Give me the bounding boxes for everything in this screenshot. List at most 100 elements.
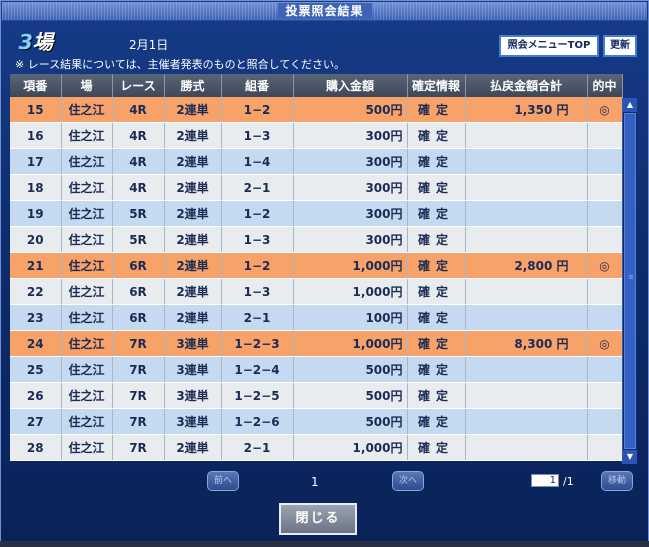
result-notice: ※ レース結果については、主催者発表のものと照合してください。 (15, 58, 345, 71)
triangle-down-icon[interactable]: ▼ (623, 450, 637, 464)
row-no: 26 (10, 382, 62, 409)
row-race: 7R (112, 408, 165, 435)
row-no: 18 (10, 174, 62, 201)
row-hit: ◎ (587, 252, 623, 279)
table-scrollbar[interactable]: ▲ ≡ ▼ (622, 98, 637, 464)
row-payout (465, 304, 588, 331)
col-header-payout: 払戻金額合計 (465, 74, 588, 97)
prev-page-button[interactable]: 前へ (207, 471, 239, 491)
venue-suffix: 場 (32, 30, 53, 54)
row-race: 6R (112, 278, 165, 305)
row-venue: 住之江 (61, 148, 113, 175)
row-status: 確定 (407, 122, 466, 149)
col-header-combo: 組番 (221, 74, 294, 97)
row-venue: 住之江 (61, 304, 113, 331)
table-row: 24 住之江 7R 3連単 1−2−3 1,000円 確定 8,300 円 ◎ (10, 330, 623, 357)
table-row: 25 住之江 7R 3連単 1−2−4 500円 確定 (10, 356, 623, 383)
row-type: 2連単 (164, 200, 222, 227)
row-payout: 8,300 円 (465, 330, 588, 357)
row-combo: 1−2 (221, 252, 294, 279)
row-amount: 1,000円 (293, 278, 408, 305)
row-combo: 1−3 (221, 122, 294, 149)
row-venue: 住之江 (61, 226, 113, 253)
row-venue: 住之江 (61, 122, 113, 149)
menu-top-button[interactable]: 照会メニューTOP (499, 35, 599, 57)
row-status: 確定 (407, 356, 466, 383)
col-header-hit: 的中 (587, 74, 623, 97)
row-venue: 住之江 (61, 97, 113, 123)
row-amount: 500円 (293, 356, 408, 383)
row-type: 3連単 (164, 330, 222, 357)
row-type: 2連単 (164, 304, 222, 331)
row-no: 22 (10, 278, 62, 305)
row-payout (465, 148, 588, 175)
row-status: 確定 (407, 252, 466, 279)
row-amount: 300円 (293, 226, 408, 253)
table-row: 23 住之江 6R 2連単 2−1 100円 確定 (10, 304, 623, 331)
row-payout (465, 200, 588, 227)
row-hit (587, 356, 623, 383)
row-no: 16 (10, 122, 62, 149)
row-race: 7R (112, 330, 165, 357)
row-no: 28 (10, 434, 62, 461)
row-venue: 住之江 (61, 382, 113, 409)
row-amount: 1,000円 (293, 434, 408, 461)
row-status: 確定 (407, 382, 466, 409)
refresh-button[interactable]: 更新 (603, 35, 637, 57)
row-combo: 2−1 (221, 174, 294, 201)
row-type: 3連単 (164, 382, 222, 409)
row-payout: 2,800 円 (465, 252, 588, 279)
row-type: 2連単 (164, 434, 222, 461)
row-no: 25 (10, 356, 62, 383)
page-number-input[interactable]: 1 (531, 474, 559, 487)
row-no: 17 (10, 148, 62, 175)
row-venue: 住之江 (61, 408, 113, 435)
row-race: 4R (112, 148, 165, 175)
row-hit (587, 408, 623, 435)
close-button[interactable]: 閉じる (279, 503, 357, 535)
col-header-amount: 購入金額 (293, 74, 408, 97)
row-race: 5R (112, 200, 165, 227)
row-hit (587, 382, 623, 409)
row-status: 確定 (407, 200, 466, 227)
row-type: 2連単 (164, 278, 222, 305)
row-status: 確定 (407, 434, 466, 461)
next-page-button[interactable]: 次へ (392, 471, 424, 491)
row-status: 確定 (407, 408, 466, 435)
row-race: 7R (112, 382, 165, 409)
row-no: 15 (10, 97, 62, 123)
row-no: 21 (10, 252, 62, 279)
row-no: 20 (10, 226, 62, 253)
results-table: 項番 場 レース 勝式 組番 購入金額 確定情報 払戻金額合計 的中 15 住之江… (10, 74, 623, 461)
results-table-wrap: 項番 場 レース 勝式 組番 購入金額 確定情報 払戻金額合計 的中 15 住之江… (10, 74, 623, 461)
table-row: 16 住之江 4R 2連単 1−3 300円 確定 (10, 122, 623, 149)
row-payout (465, 278, 588, 305)
row-status: 確定 (407, 226, 466, 253)
row-amount: 500円 (293, 408, 408, 435)
row-combo: 2−1 (221, 304, 294, 331)
triangle-up-icon[interactable]: ▲ (623, 98, 637, 112)
row-race: 7R (112, 434, 165, 461)
row-venue: 住之江 (61, 200, 113, 227)
row-hit (587, 226, 623, 253)
table-row: 20 住之江 5R 2連単 1−3 300円 確定 (10, 226, 623, 253)
row-type: 2連単 (164, 148, 222, 175)
scrollbar-thumb[interactable]: ≡ (624, 113, 636, 449)
table-row: 17 住之江 4R 2連単 1−4 300円 確定 (10, 148, 623, 175)
page-total: /1 (563, 475, 574, 488)
row-payout (465, 226, 588, 253)
table-row: 21 住之江 6R 2連単 1−2 1,000円 確定 2,800 円 ◎ (10, 252, 623, 279)
table-row: 18 住之江 4R 2連単 2−1 300円 確定 (10, 174, 623, 201)
row-status: 確定 (407, 330, 466, 357)
row-status: 確定 (407, 97, 466, 123)
go-page-button[interactable]: 移動 (601, 471, 633, 491)
race-date: 2月1日 (129, 38, 169, 52)
table-row: 27 住之江 7R 3連単 1−2−6 500円 確定 (10, 408, 623, 435)
row-venue: 住之江 (61, 330, 113, 357)
table-header-row: 項番 場 レース 勝式 組番 購入金額 確定情報 払戻金額合計 的中 (10, 74, 623, 97)
col-header-venue: 場 (61, 74, 113, 97)
col-header-status: 確定情報 (407, 74, 466, 97)
bottom-strip (0, 541, 649, 547)
row-payout (465, 382, 588, 409)
row-hit (587, 122, 623, 149)
